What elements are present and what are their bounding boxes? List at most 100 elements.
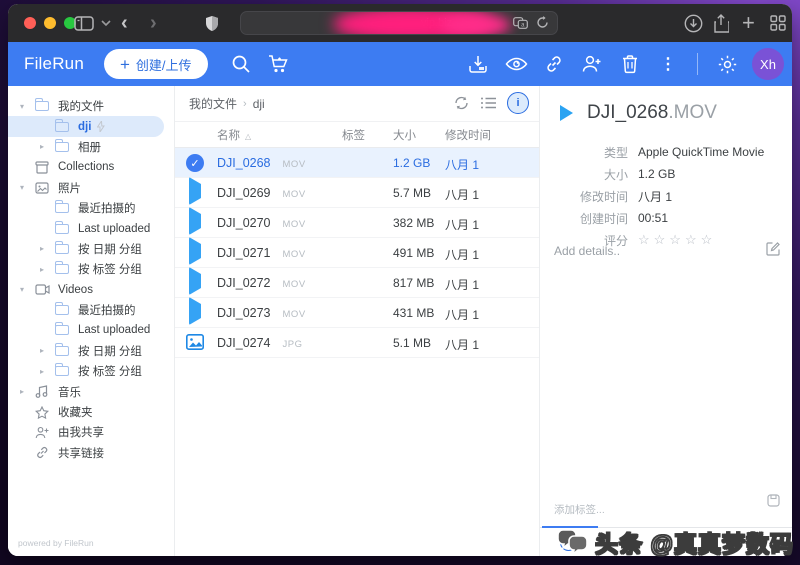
preview-eye-icon[interactable] bbox=[497, 49, 535, 79]
new-tab-icon[interactable]: + bbox=[742, 12, 755, 34]
minimize-window-button[interactable] bbox=[44, 17, 56, 29]
selected-check-icon[interactable]: ✓ bbox=[186, 154, 204, 172]
app-logo[interactable]: FileRun bbox=[24, 54, 84, 74]
file-date: 八月 1 bbox=[445, 336, 479, 353]
sidebar-item-albums[interactable]: ▸ 相册 bbox=[8, 137, 174, 157]
meta-value: 00:51 bbox=[638, 211, 668, 225]
back-button[interactable]: ‹ bbox=[121, 12, 128, 34]
folder-icon bbox=[55, 202, 70, 214]
collapse-arrow-icon[interactable]: ▸ bbox=[40, 346, 55, 355]
folder-icon bbox=[55, 121, 70, 133]
share-user-icon[interactable] bbox=[573, 49, 611, 79]
close-window-button[interactable] bbox=[24, 17, 36, 29]
sidebar: ▾ 我的文件 dji ▸ 相册 bbox=[8, 86, 175, 556]
sidebar-item-dji[interactable]: dji bbox=[8, 116, 164, 136]
sidebar-item-music[interactable]: ▸ 音乐 bbox=[8, 381, 174, 401]
translate-icon[interactable]: a bbox=[513, 17, 528, 29]
column-name[interactable]: 名称△ bbox=[217, 127, 251, 143]
link-icon[interactable] bbox=[535, 49, 573, 79]
sidebar-item-favorites[interactable]: 收藏夹 bbox=[8, 402, 174, 422]
collapse-arrow-icon[interactable]: ▸ bbox=[40, 142, 55, 151]
column-size[interactable]: 大小 bbox=[393, 127, 416, 143]
sidebar-item-photos-by-date[interactable]: ▸ 按 日期 分组 bbox=[8, 239, 174, 259]
file-row[interactable]: DJI_0274JPG 5.1 MB 八月 1 bbox=[175, 328, 539, 358]
browser-chrome: ‹ › vip.biz a + bbox=[8, 4, 792, 42]
expand-arrow-icon[interactable]: ▾ bbox=[20, 102, 35, 111]
play-icon[interactable] bbox=[186, 214, 204, 232]
shield-icon[interactable] bbox=[205, 12, 219, 34]
chevron-down-icon[interactable] bbox=[101, 12, 111, 34]
address-bar[interactable]: vip.biz a bbox=[240, 11, 558, 35]
file-row[interactable]: DJI_0269MOV 5.7 MB 八月 1 bbox=[175, 178, 539, 208]
trash-icon[interactable] bbox=[611, 49, 649, 79]
reload-icon[interactable] bbox=[536, 16, 549, 29]
collapse-arrow-icon[interactable]: ▸ bbox=[40, 265, 55, 274]
file-size: 5.1 MB bbox=[393, 336, 431, 350]
meta-label: 类型 bbox=[540, 144, 628, 161]
expand-arrow-icon[interactable]: ▾ bbox=[20, 183, 35, 192]
forward-button[interactable]: › bbox=[150, 12, 157, 34]
image-thumbnail-icon[interactable] bbox=[186, 334, 204, 352]
play-icon[interactable] bbox=[186, 244, 204, 262]
file-row[interactable]: DJI_0270MOV 382 MB 八月 1 bbox=[175, 208, 539, 238]
folder-icon bbox=[55, 304, 70, 316]
sidebar-item-videos-by-date[interactable]: ▸ 按 日期 分组 bbox=[8, 341, 174, 361]
sidebar-toggle-icon[interactable] bbox=[74, 12, 94, 34]
breadcrumb: 我的文件 › dji bbox=[189, 95, 265, 112]
info-toggle-button[interactable]: i bbox=[507, 92, 529, 114]
more-options-icon[interactable]: ⋮ bbox=[649, 49, 687, 79]
breadcrumb-current[interactable]: dji bbox=[253, 97, 265, 111]
search-icon[interactable] bbox=[222, 49, 260, 79]
add-tag-input[interactable]: 添加标签... bbox=[554, 502, 605, 517]
sidebar-item-photos[interactable]: ▾ 照片 bbox=[8, 178, 174, 198]
tab-overview-icon[interactable] bbox=[770, 12, 786, 34]
file-name: DJI_0270 bbox=[217, 216, 271, 230]
create-upload-button[interactable]: + 创建/上传 bbox=[104, 49, 208, 79]
breadcrumb-root[interactable]: 我的文件 bbox=[189, 95, 237, 112]
sidebar-item-videos-by-tag[interactable]: ▸ 按 标签 分组 bbox=[8, 361, 174, 381]
collapse-arrow-icon[interactable]: ▸ bbox=[40, 244, 55, 253]
sidebar-item-photos-by-tag[interactable]: ▸ 按 标签 分组 bbox=[8, 259, 174, 279]
file-row[interactable]: DJI_0273MOV 431 MB 八月 1 bbox=[175, 298, 539, 328]
expand-arrow-icon[interactable]: ▾ bbox=[20, 285, 35, 294]
list-view-icon[interactable] bbox=[480, 96, 497, 110]
tag-save-icon[interactable] bbox=[767, 494, 780, 507]
add-details-field[interactable]: Add details.. bbox=[554, 244, 620, 258]
sidebar-item-shared-links[interactable]: 共享链接 bbox=[8, 443, 174, 463]
edit-pencil-icon[interactable] bbox=[766, 242, 780, 256]
avatar[interactable]: Xh bbox=[752, 48, 784, 80]
file-row[interactable]: DJI_0271MOV 491 MB 八月 1 bbox=[175, 238, 539, 268]
file-name: DJI_0273 bbox=[217, 306, 271, 320]
share-icon[interactable] bbox=[713, 12, 729, 34]
cart-icon[interactable] bbox=[260, 49, 298, 79]
collapse-arrow-icon[interactable]: ▸ bbox=[40, 367, 55, 376]
play-icon[interactable] bbox=[186, 184, 204, 202]
app-header: FileRun + 创建/上传 ⋮ bbox=[8, 42, 792, 86]
sidebar-item-collections[interactable]: Collections bbox=[8, 157, 174, 177]
download-icon[interactable] bbox=[459, 49, 497, 79]
settings-gear-icon[interactable] bbox=[708, 49, 746, 79]
play-icon[interactable] bbox=[186, 274, 204, 292]
sidebar-item-last-uploaded-videos[interactable]: Last uploaded bbox=[8, 320, 174, 340]
meta-label: 大小 bbox=[540, 166, 628, 183]
downloads-icon[interactable] bbox=[684, 12, 703, 34]
rating-stars[interactable]: ☆☆☆☆☆ bbox=[638, 232, 716, 248]
column-date[interactable]: 修改时间 bbox=[445, 127, 491, 143]
file-date: 八月 1 bbox=[445, 246, 479, 263]
sidebar-item-recent-videos[interactable]: 最近拍摄的 bbox=[8, 300, 174, 320]
file-size: 817 MB bbox=[393, 276, 434, 290]
play-icon[interactable] bbox=[560, 105, 573, 121]
file-row[interactable]: ✓ DJI_0268MOV 1.2 GB 八月 1 bbox=[175, 148, 539, 178]
sidebar-item-last-uploaded-photos[interactable]: Last uploaded bbox=[8, 218, 174, 238]
file-size: 491 MB bbox=[393, 246, 434, 260]
column-tag[interactable]: 标签 bbox=[342, 127, 365, 143]
sidebar-item-videos[interactable]: ▾ Videos bbox=[8, 280, 174, 300]
sidebar-item-shared-by-me[interactable]: 由我共享 bbox=[8, 422, 174, 442]
file-date: 八月 1 bbox=[445, 156, 479, 173]
refresh-icon[interactable] bbox=[453, 95, 470, 111]
file-row[interactable]: DJI_0272MOV 817 MB 八月 1 bbox=[175, 268, 539, 298]
sidebar-item-my-files[interactable]: ▾ 我的文件 bbox=[8, 96, 174, 116]
sidebar-item-recent-photos[interactable]: 最近拍摄的 bbox=[8, 198, 174, 218]
play-icon[interactable] bbox=[186, 304, 204, 322]
collapse-arrow-icon[interactable]: ▸ bbox=[20, 387, 35, 396]
